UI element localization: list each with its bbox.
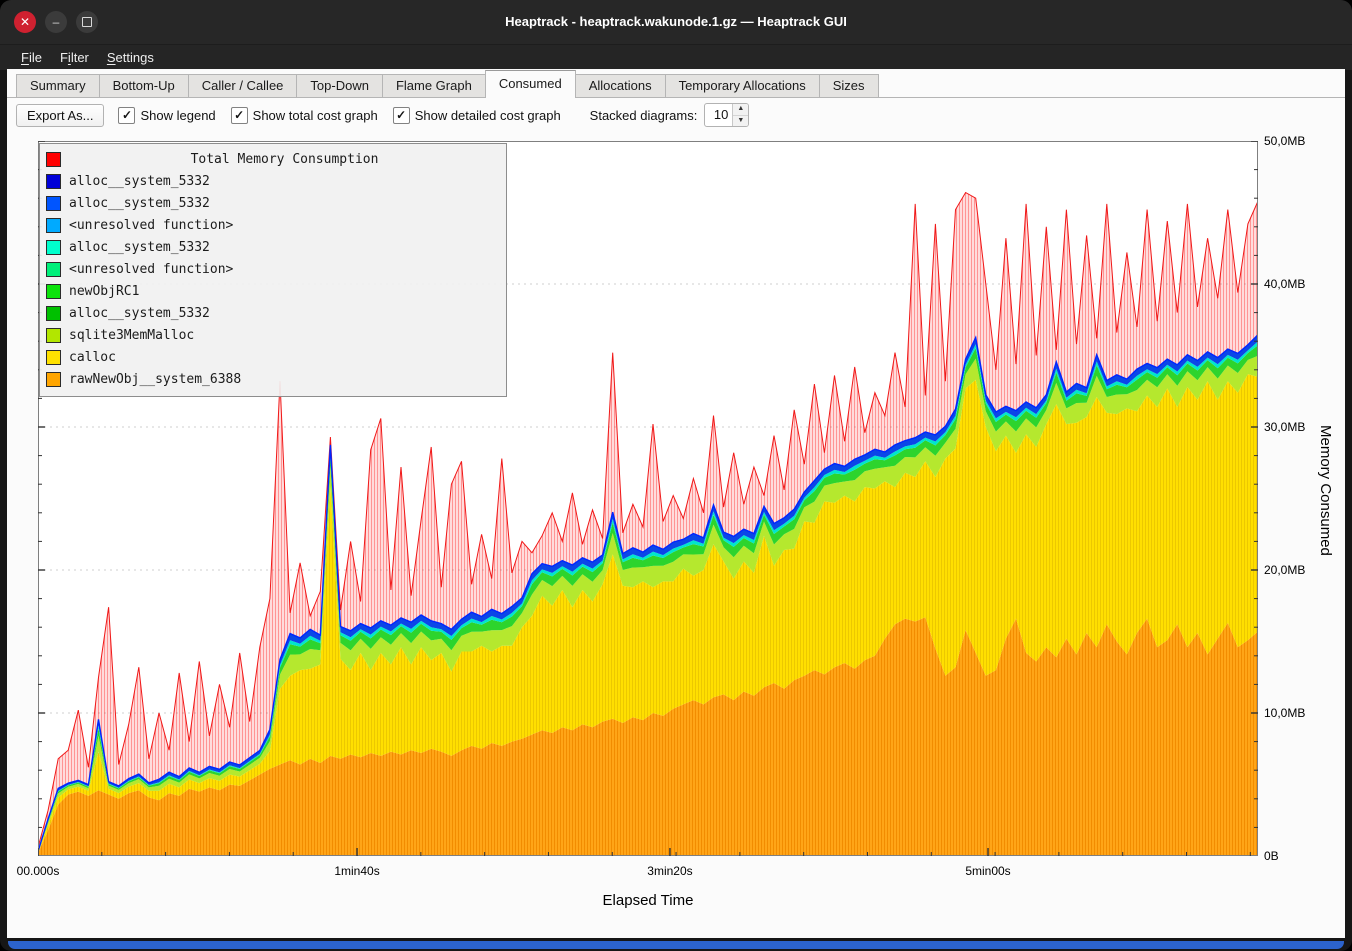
legend-row: alloc__system_5332 xyxy=(46,236,500,258)
legend-swatch xyxy=(46,152,61,167)
minimize-button[interactable]: – xyxy=(45,11,67,33)
tab-temporary-allocations[interactable]: Temporary Allocations xyxy=(665,74,820,97)
legend-label: sqlite3MemMalloc xyxy=(69,328,194,343)
checkbox-box[interactable]: ✓ xyxy=(118,107,135,124)
legend-row: <unresolved function> xyxy=(46,214,500,236)
spin-up-button[interactable]: ▲ xyxy=(733,104,748,116)
menu-settings[interactable]: Settings xyxy=(98,48,163,67)
titlebar: ✕ – Heaptrack - heaptrack.wakunode.1.gz … xyxy=(0,0,1352,44)
legend-label: alloc__system_5332 xyxy=(69,306,210,321)
legend-swatch xyxy=(46,284,61,299)
y-tick-label: 50,0MB xyxy=(1264,134,1334,148)
tab-sizes[interactable]: Sizes xyxy=(819,74,879,97)
legend-label: alloc__system_5332 xyxy=(69,196,210,211)
legend-swatch xyxy=(46,218,61,233)
bottom-accent-strip xyxy=(8,941,1344,949)
x-tick-label: 5min00s xyxy=(965,864,1010,878)
tab-top-down[interactable]: Top-Down xyxy=(296,74,383,97)
legend-label: rawNewObj__system_6388 xyxy=(69,372,241,387)
legend-label: Total Memory Consumption xyxy=(69,152,500,167)
legend-swatch xyxy=(46,306,61,321)
toolbar-checkboxes: ✓ Show legend ✓ Show total cost graph ✓ Show … xyxy=(118,107,575,124)
y-tick-label: 40,0MB xyxy=(1264,277,1334,291)
menu-file[interactable]: File xyxy=(12,48,51,67)
window-title: Heaptrack - heaptrack.wakunode.1.gz — He… xyxy=(0,0,1352,44)
y-tick-label: 20,0MB xyxy=(1264,563,1334,577)
x-tick-label: 00.000s xyxy=(17,864,60,878)
maximize-button[interactable] xyxy=(76,11,98,33)
legend-label: alloc__system_5332 xyxy=(69,174,210,189)
toolbar: Export As... ✓ Show legend ✓ Show total cos… xyxy=(7,100,1345,130)
spin-down-button[interactable]: ▼ xyxy=(733,116,748,127)
checkbox-label: Show total cost graph xyxy=(253,108,378,123)
app-window: ✕ – Heaptrack - heaptrack.wakunode.1.gz … xyxy=(0,0,1352,951)
x-axis-title: Elapsed Time xyxy=(38,892,1258,909)
maximize-icon xyxy=(82,17,92,27)
tab-flame-graph[interactable]: Flame Graph xyxy=(382,74,486,97)
legend-swatch xyxy=(46,240,61,255)
legend-label: alloc__system_5332 xyxy=(69,240,210,255)
tab-bar: SummaryBottom-UpCaller / CalleeTop-DownF… xyxy=(7,70,1345,98)
spinbox-value[interactable]: 10 xyxy=(705,104,732,126)
menu-filter[interactable]: Filter xyxy=(51,48,98,67)
y-axis-title: Memory Consumed xyxy=(1317,425,1334,556)
legend-label: <unresolved function> xyxy=(69,218,233,233)
checkbox-show-total-cost-graph[interactable]: ✓ Show total cost graph xyxy=(231,107,378,124)
checkbox-box[interactable]: ✓ xyxy=(393,107,410,124)
content-area: SummaryBottom-UpCaller / CalleeTop-DownF… xyxy=(7,69,1345,938)
spinbox-buttons: ▲ ▼ xyxy=(732,104,748,126)
memory-consumption-chart: 0B10,0MB20,0MB30,0MB40,0MB50,0MB 00.000s… xyxy=(7,129,1345,938)
checkbox-show-detailed-cost-graph[interactable]: ✓ Show detailed cost graph xyxy=(393,107,561,124)
legend-swatch xyxy=(46,372,61,387)
close-button[interactable]: ✕ xyxy=(14,11,36,33)
y-tick-label: 10,0MB xyxy=(1264,706,1334,720)
x-tick-label: 1min40s xyxy=(334,864,379,878)
legend-row: sqlite3MemMalloc xyxy=(46,324,500,346)
tab-caller-callee[interactable]: Caller / Callee xyxy=(188,74,298,97)
legend-row: alloc__system_5332 xyxy=(46,192,500,214)
legend-swatch xyxy=(46,174,61,189)
tab-consumed[interactable]: Consumed xyxy=(485,70,576,98)
close-icon: ✕ xyxy=(20,15,30,29)
legend-row: alloc__system_5332 xyxy=(46,302,500,324)
chart-legend: Total Memory Consumption alloc__system_53… xyxy=(39,143,507,397)
legend-swatch xyxy=(46,262,61,277)
tab-summary[interactable]: Summary xyxy=(16,74,100,97)
tab-bottom-up[interactable]: Bottom-Up xyxy=(99,74,189,97)
menubar: FileFilterSettings xyxy=(0,44,1352,70)
legend-row: calloc xyxy=(46,346,500,368)
legend-row: rawNewObj__system_6388 xyxy=(46,368,500,390)
stacked-diagrams-label: Stacked diagrams: xyxy=(590,108,698,123)
legend-swatch xyxy=(46,328,61,343)
checkbox-label: Show legend xyxy=(140,108,215,123)
legend-label: calloc xyxy=(69,350,116,365)
export-as-button[interactable]: Export As... xyxy=(16,104,104,127)
legend-row: alloc__system_5332 xyxy=(46,170,500,192)
minimize-icon: – xyxy=(53,15,60,29)
legend-swatch xyxy=(46,196,61,211)
legend-label: <unresolved function> xyxy=(69,262,233,277)
y-tick-label: 0B xyxy=(1264,849,1334,863)
legend-row: newObjRC1 xyxy=(46,280,500,302)
legend-label: newObjRC1 xyxy=(69,284,139,299)
legend-row: Total Memory Consumption xyxy=(46,148,500,170)
legend-row: <unresolved function> xyxy=(46,258,500,280)
checkbox-box[interactable]: ✓ xyxy=(231,107,248,124)
window-controls: ✕ – xyxy=(14,11,98,33)
checkbox-label: Show detailed cost graph xyxy=(415,108,561,123)
legend-swatch xyxy=(46,350,61,365)
stacked-diagrams-spinbox[interactable]: 10 ▲ ▼ xyxy=(704,103,749,127)
tab-allocations[interactable]: Allocations xyxy=(575,74,666,97)
x-tick-label: 3min20s xyxy=(647,864,692,878)
checkbox-show-legend[interactable]: ✓ Show legend xyxy=(118,107,215,124)
